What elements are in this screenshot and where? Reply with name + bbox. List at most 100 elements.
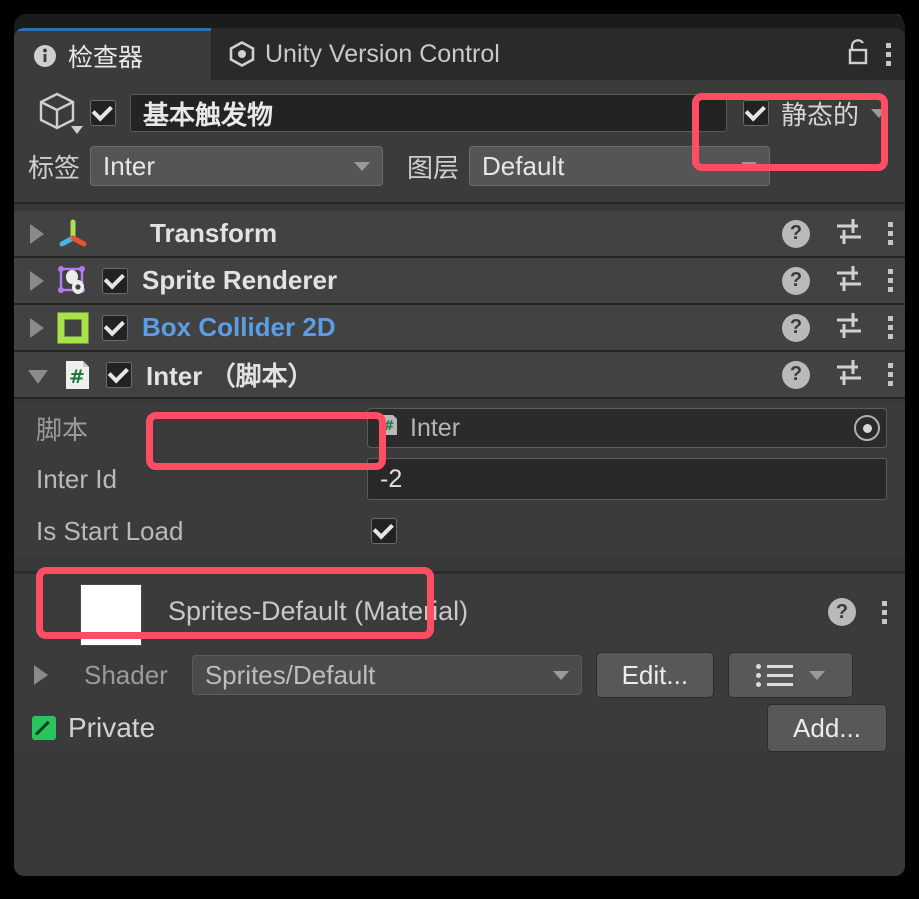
- material-preset-list-icon[interactable]: [728, 652, 853, 698]
- script-object-field[interactable]: # Inter: [367, 408, 887, 448]
- private-row: Private Add...: [14, 698, 905, 752]
- private-label: Private: [68, 712, 155, 744]
- material-name: Sprites-Default (Material): [168, 596, 468, 627]
- layer-value: Default: [482, 151, 564, 182]
- screenshot-root: 检查器 Unity Version Control: [0, 0, 919, 899]
- material-section: Sprites-Default (Material) ? Shader Spri…: [14, 574, 905, 752]
- is-start-load-checkbox[interactable]: [371, 518, 397, 544]
- script-object-value: Inter: [410, 414, 460, 443]
- shader-chevron-down-icon: [553, 671, 569, 680]
- tag-value: Inter: [103, 151, 155, 182]
- tag-dropdown[interactable]: Inter: [90, 146, 383, 186]
- shader-value: Sprites/Default: [205, 660, 376, 691]
- shader-row: Shader Sprites/Default Edit...: [14, 652, 905, 698]
- property-row-is-start-load: Is Start Load: [14, 505, 905, 557]
- tab-inspector[interactable]: 检查器: [14, 28, 211, 80]
- preset-chevron-down-icon: [809, 671, 825, 680]
- info-icon: [32, 43, 58, 69]
- sprite-renderer-title: Sprite Renderer: [142, 265, 337, 296]
- object-picker-icon[interactable]: [854, 415, 880, 441]
- sprite-renderer-icon: [56, 264, 90, 298]
- static-toggle-group[interactable]: 静态的: [743, 95, 887, 132]
- property-row-inter-id: Inter Id -2: [14, 453, 905, 505]
- inter-id-input[interactable]: -2: [367, 458, 887, 500]
- tab-bar-actions: [846, 28, 891, 80]
- unlocked-padlock-icon[interactable]: [846, 38, 870, 71]
- inspector-window: 检查器 Unity Version Control: [14, 28, 905, 876]
- component-header-inter-script[interactable]: # Inter （脚本） ?: [14, 352, 905, 399]
- material-header-actions: ?: [828, 598, 887, 626]
- add-component-button[interactable]: Add...: [767, 704, 887, 752]
- private-checkbox[interactable]: [32, 716, 56, 740]
- csharp-script-icon: #: [60, 358, 94, 392]
- tab-unity-version-control[interactable]: Unity Version Control: [211, 28, 518, 80]
- kebab-menu-icon[interactable]: [888, 222, 893, 245]
- box-collider-foldout-icon[interactable]: [30, 318, 44, 338]
- box-collider-enabled-checkbox[interactable]: [102, 315, 128, 341]
- sprite-renderer-enabled-checkbox[interactable]: [102, 268, 128, 294]
- layer-dropdown[interactable]: Default: [469, 146, 770, 186]
- gameobject-name-field[interactable]: 基本触发物: [130, 94, 727, 132]
- help-icon[interactable]: ?: [782, 361, 810, 389]
- svg-text:#: #: [69, 366, 85, 388]
- inter-id-label: Inter Id: [36, 464, 117, 495]
- preset-sliders-icon[interactable]: [834, 357, 864, 392]
- box-collider-2d-icon: [56, 311, 90, 345]
- help-icon[interactable]: ?: [782, 314, 810, 342]
- inter-script-title: Inter （脚本）: [146, 356, 314, 393]
- gameobject-header: 基本触发物 静态的 标签 Inter 图层 Default: [14, 80, 905, 202]
- inter-script-foldout-icon[interactable]: [28, 370, 48, 384]
- csharp-script-icon: #: [378, 413, 400, 444]
- gameobject-enabled-checkbox[interactable]: [90, 100, 116, 126]
- kebab-menu-icon[interactable]: [888, 269, 893, 292]
- tab-inspector-label: 检查器: [68, 38, 143, 74]
- kebab-menu-icon[interactable]: [886, 43, 891, 66]
- property-row-script: 脚本 # Inter: [14, 403, 905, 453]
- preset-sliders-icon[interactable]: [834, 263, 864, 298]
- layer-label: 图层: [407, 148, 459, 185]
- component-header-sprite-renderer[interactable]: Sprite Renderer ?: [14, 258, 905, 305]
- layer-chevron-down-icon: [741, 162, 757, 171]
- window-tab-bar: 检查器 Unity Version Control: [14, 28, 905, 80]
- help-icon[interactable]: ?: [782, 267, 810, 295]
- preset-sliders-icon[interactable]: [834, 310, 864, 345]
- help-icon[interactable]: ?: [782, 220, 810, 248]
- static-dropdown-caret-icon[interactable]: [871, 109, 887, 118]
- shader-label: Shader: [84, 660, 168, 691]
- preset-sliders-icon[interactable]: [834, 216, 864, 251]
- script-block-gap: [14, 557, 905, 571]
- gameobject-name-value: 基本触发物: [143, 95, 273, 132]
- inter-id-value: -2: [380, 465, 402, 494]
- edit-button[interactable]: Edit...: [596, 652, 714, 698]
- kebab-menu-icon[interactable]: [882, 601, 887, 624]
- tag-chevron-down-icon: [354, 162, 370, 171]
- script-property-label: 脚本: [36, 410, 88, 447]
- material-preview-swatch[interactable]: [80, 584, 142, 646]
- cube-prefab-icon[interactable]: [28, 88, 90, 138]
- box-collider-header-actions: ?: [782, 310, 893, 345]
- transform-gizmo-icon: [56, 217, 90, 251]
- is-start-load-label: Is Start Load: [36, 516, 183, 547]
- box-collider-title: Box Collider 2D: [142, 312, 336, 343]
- inter-script-header-actions: ?: [782, 357, 893, 392]
- component-header-box-collider-2d[interactable]: Box Collider 2D ?: [14, 305, 905, 352]
- transform-header-actions: ?: [782, 216, 893, 251]
- devops-hex-icon: [229, 41, 255, 67]
- inter-script-enabled-checkbox[interactable]: [106, 362, 132, 388]
- shader-dropdown[interactable]: Sprites/Default: [192, 655, 582, 695]
- kebab-menu-icon[interactable]: [888, 316, 893, 339]
- kebab-menu-icon[interactable]: [888, 363, 893, 386]
- static-label: 静态的: [781, 95, 859, 132]
- transform-foldout-icon[interactable]: [30, 224, 44, 244]
- help-icon[interactable]: ?: [828, 598, 856, 626]
- sprite-renderer-header-actions: ?: [782, 263, 893, 298]
- sprite-renderer-foldout-icon[interactable]: [30, 271, 44, 291]
- tag-label: 标签: [28, 148, 80, 185]
- transform-title: Transform: [150, 218, 277, 249]
- tab-uvc-label: Unity Version Control: [265, 40, 500, 69]
- static-checkbox[interactable]: [743, 100, 769, 126]
- svg-text:#: #: [384, 419, 395, 434]
- header-gap: [14, 204, 905, 211]
- component-header-transform[interactable]: Transform ?: [14, 211, 905, 258]
- material-foldout-icon[interactable]: [34, 665, 48, 685]
